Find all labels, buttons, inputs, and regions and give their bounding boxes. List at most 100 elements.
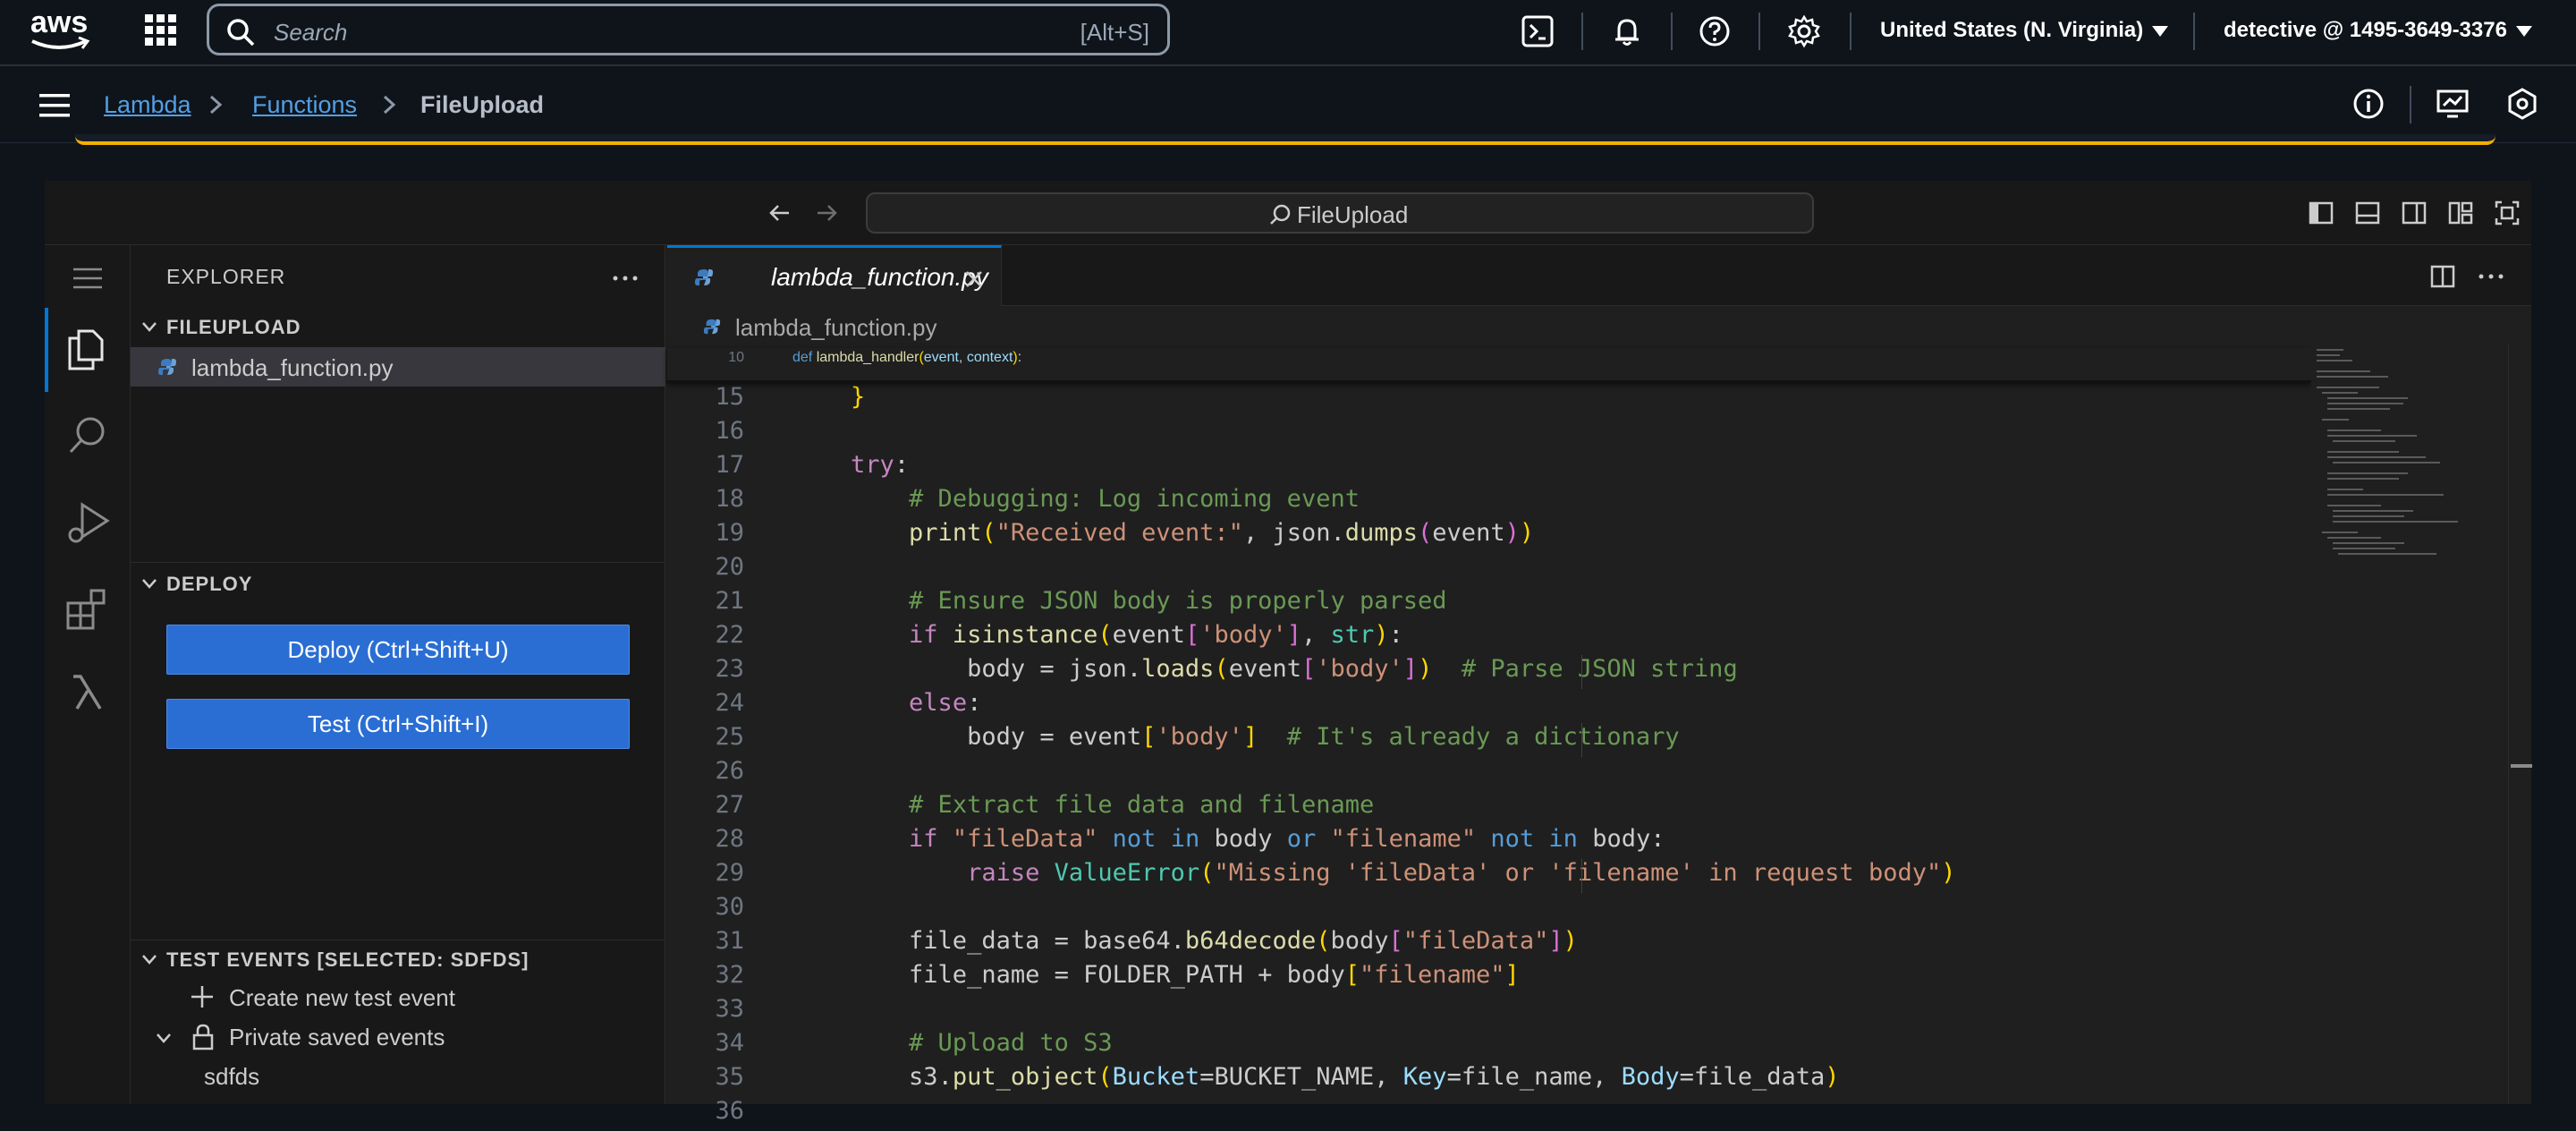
code-line-row[interactable]: 27 # Extract file data and filename: [667, 791, 2311, 825]
line-number: 21: [715, 587, 744, 615]
command-center-search[interactable]: FileUpload: [866, 192, 1814, 234]
editor-scrollbar[interactable]: [2508, 344, 2532, 1104]
flash-notification-edge: [75, 134, 2496, 145]
help-icon[interactable]: [1698, 14, 1732, 48]
info-icon[interactable]: [2351, 86, 2386, 122]
explorer-title: EXPLORER: [166, 265, 286, 288]
line-number: 32: [715, 961, 744, 989]
chevron-down-icon: [157, 1033, 171, 1043]
minimap[interactable]: [2311, 344, 2508, 1104]
settings-hexagon-icon[interactable]: [2504, 86, 2540, 122]
code-line-row[interactable]: 32 file_name = FOLDER_PATH + body["filen…: [667, 961, 2311, 995]
code-line: # Extract file data and filename: [909, 791, 1375, 819]
code-line: s3.put_object(Bucket=BUCKET_NAME, Key=fi…: [909, 1063, 1840, 1091]
forward-arrow-icon[interactable]: [814, 200, 839, 225]
menu-icon[interactable]: [39, 93, 70, 118]
create-test-event-item[interactable]: Create new test event: [131, 979, 665, 1018]
code-line-row[interactable]: 26: [667, 757, 2311, 791]
editor-breadcrumb-bar: [667, 306, 2531, 345]
code-editor[interactable]: 15 } 16 17 try: 18 # Debugging: Log incomin…: [667, 344, 2311, 1125]
code-line: # Ensure JSON body is properly parsed: [909, 587, 1447, 615]
code-line-row[interactable]: 25 body = event['body'] # It's already a…: [667, 723, 2311, 757]
monitor-chart-icon[interactable]: [2435, 86, 2470, 122]
explorer-files-icon[interactable]: [64, 327, 107, 372]
code-line-row[interactable]: 34 # Upload to S3: [667, 1029, 2311, 1063]
settings-icon[interactable]: [1787, 14, 1821, 48]
sticky-scroll-header[interactable]: 10 def lambda_handler(event, context):: [667, 348, 2311, 382]
more-actions-icon[interactable]: [612, 274, 639, 283]
minimap-preview: [2317, 349, 2458, 555]
menu-icon[interactable]: [72, 267, 104, 290]
code-line-row[interactable]: 20: [667, 553, 2311, 587]
code-line-row[interactable]: 22 if isinstance(event['body'], str):: [667, 621, 2311, 655]
code-line-row[interactable]: 19 print("Received event:", json.dumps(e…: [667, 519, 2311, 553]
search-input[interactable]: Search [Alt+S]: [207, 4, 1170, 55]
python-file-icon: [158, 359, 176, 375]
svg-text:aws: aws: [30, 5, 88, 39]
code-line-row[interactable]: 23 body = json.loads(event['body']) # Pa…: [667, 655, 2311, 689]
back-arrow-icon[interactable]: [767, 200, 792, 225]
line-number: 10: [728, 350, 744, 365]
deploy-button[interactable]: Deploy (Ctrl+Shift+U): [166, 625, 630, 675]
cloudshell-icon[interactable]: [1521, 14, 1555, 48]
account-menu[interactable]: detective @ 1495-3649-3376: [2224, 18, 2532, 43]
toggle-panel-icon[interactable]: [2354, 200, 2381, 226]
code-line-row[interactable]: 29 raise ValueError("Missing 'fileData' …: [667, 859, 2311, 893]
code-line-row[interactable]: 28 if "fileData" not in body or "filenam…: [667, 825, 2311, 859]
test-button[interactable]: Test (Ctrl+Shift+I): [166, 699, 630, 749]
project-folder-header[interactable]: FILEUPLOAD: [166, 316, 301, 339]
code-line: file_data = base64.b64decode(body["fileD…: [792, 927, 1578, 955]
run-and-debug-icon[interactable]: [64, 499, 111, 546]
code-line-row[interactable]: 36: [667, 1097, 2311, 1131]
close-icon[interactable]: [964, 269, 984, 289]
lambda-icon[interactable]: [68, 671, 107, 712]
private-saved-events-label: Private saved events: [229, 1024, 445, 1050]
code-line-row[interactable]: 17 try:: [667, 451, 2311, 485]
test-events-section-header[interactable]: TEST EVENTS [SELECTED: SDFDS]: [166, 948, 529, 972]
toggle-primary-sidebar-icon[interactable]: [2308, 200, 2334, 226]
line-number: 36: [715, 1097, 744, 1125]
aws-logo[interactable]: aws: [27, 5, 93, 59]
code-line-row[interactable]: 35 s3.put_object(Bucket=BUCKET_NAME, Key…: [667, 1063, 2311, 1097]
chevron-down-icon[interactable]: [140, 574, 159, 593]
code-line: raise ValueError("Missing 'fileData' or …: [967, 859, 1956, 887]
chevron-down-icon: [2152, 25, 2169, 37]
services-grid-icon[interactable]: [143, 13, 179, 48]
search-icon: [227, 19, 255, 47]
split-editor-icon[interactable]: [2429, 263, 2456, 290]
breadcrumb-lambda[interactable]: Lambda: [104, 91, 191, 119]
code-line-row[interactable]: 15 }: [667, 383, 2311, 417]
code-line-row[interactable]: 31 file_data = base64.b64decode(body["fi…: [667, 927, 2311, 961]
fullscreen-icon[interactable]: [2494, 200, 2521, 226]
code-line: if "fileData" not in body or "filename" …: [909, 825, 1665, 853]
tab-lambda-function[interactable]: lambda_function.py: [667, 245, 1002, 306]
more-actions-icon[interactable]: [2478, 272, 2504, 281]
private-saved-events-item[interactable]: Private saved events: [131, 1018, 665, 1058]
breadcrumb-functions[interactable]: Functions: [252, 91, 357, 119]
file-item-lambda-function[interactable]: lambda_function.py: [131, 347, 665, 387]
plus-icon: [191, 986, 213, 1008]
line-number: 31: [715, 927, 744, 955]
line-number: 23: [715, 655, 744, 683]
toggle-secondary-sidebar-icon[interactable]: [2401, 200, 2428, 226]
customize-layout-icon[interactable]: [2447, 200, 2474, 226]
code-line-row[interactable]: 21 # Ensure JSON body is properly parsed: [667, 587, 2311, 621]
extensions-icon[interactable]: [64, 587, 111, 634]
search-icon[interactable]: [66, 413, 109, 456]
code-line-row[interactable]: 33: [667, 995, 2311, 1029]
code-line-row[interactable]: 24 else:: [667, 689, 2311, 723]
scrollbar-position-marker: [2511, 764, 2532, 768]
bell-icon[interactable]: [1610, 14, 1644, 48]
line-number: 19: [715, 519, 744, 547]
region-selector[interactable]: United States (N. Virginia): [1880, 18, 2169, 43]
chevron-down-icon[interactable]: [140, 949, 159, 969]
toolbar-divider: [1850, 13, 1852, 50]
code-line-row[interactable]: 18 # Debugging: Log incoming event: [667, 485, 2311, 519]
saved-event-item[interactable]: sdfds: [204, 1063, 259, 1091]
editor-breadcrumb-file[interactable]: lambda_function.py: [735, 314, 936, 342]
toolbar-divider: [1758, 13, 1760, 50]
chevron-down-icon[interactable]: [140, 317, 159, 336]
code-line-row[interactable]: 16: [667, 417, 2311, 451]
code-line-row[interactable]: 30: [667, 893, 2311, 927]
deploy-section-header[interactable]: DEPLOY: [166, 573, 252, 596]
